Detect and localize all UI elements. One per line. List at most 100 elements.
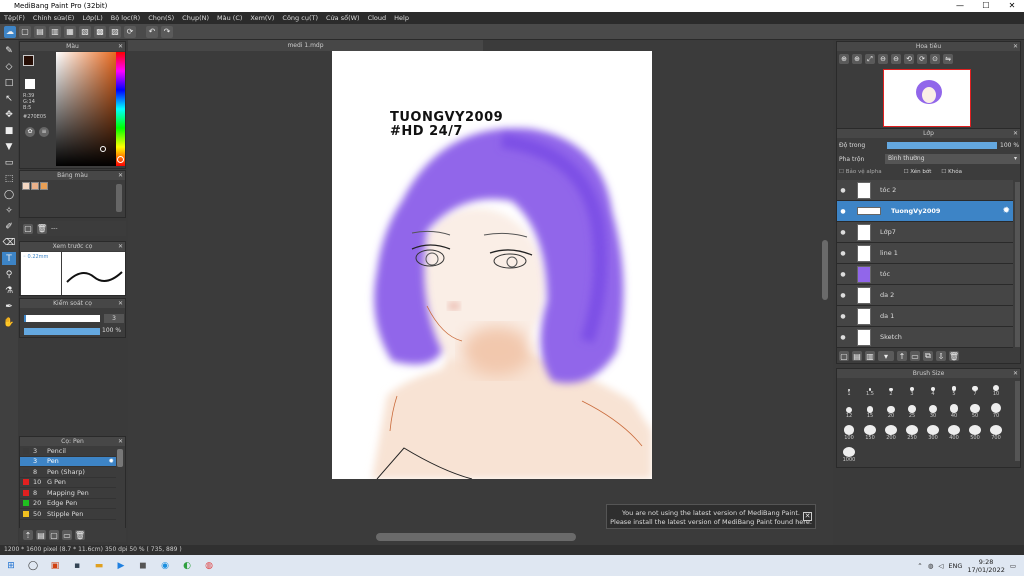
chevron-up-icon[interactable]: ⌃ (917, 562, 922, 570)
flip-icon[interactable]: ⇋ (943, 54, 953, 64)
select-eraser-icon[interactable]: ⌫ (2, 236, 16, 249)
actual-size-icon[interactable]: ⊖ (878, 54, 888, 64)
transparent-swatch[interactable] (25, 79, 35, 89)
camera-app-icon[interactable]: ◼ (134, 558, 152, 574)
new-8bit-layer-icon[interactable]: ▥ (865, 351, 875, 361)
menu-file[interactable]: Tệp(F) (0, 14, 29, 22)
hand-tool-icon[interactable]: ✋ (2, 316, 16, 329)
brush-size-option[interactable]: 70 (986, 403, 1006, 419)
folder-icon[interactable]: ▭ (62, 530, 72, 540)
eye-icon[interactable]: ● (837, 187, 849, 194)
layer-row[interactable]: ● Lớp7 (837, 222, 1013, 243)
brush-size-option[interactable]: 20 (881, 403, 901, 419)
brush-size-option[interactable]: 100 (839, 425, 859, 441)
clock[interactable]: 9:28 17/01/2022 (967, 558, 1004, 574)
select-pen-icon[interactable]: ✐ (2, 220, 16, 233)
brush-opacity-slider[interactable] (24, 328, 100, 335)
brush-item[interactable]: 10 G Pen (20, 478, 116, 488)
delete-brush-icon[interactable]: 🗑 (75, 530, 85, 540)
layer-settings-gear-icon[interactable]: ✹ (1002, 206, 1013, 216)
brush-size-option[interactable]: 400 (944, 425, 964, 441)
notifications-icon[interactable]: ▭ (1010, 562, 1016, 570)
layer-row[interactable]: ● tóc (837, 264, 1013, 285)
layer-up-icon[interactable]: ↑ (897, 351, 907, 361)
brush-size-option[interactable]: 50 (965, 403, 985, 419)
fit-icon[interactable]: ⤢ (865, 54, 875, 64)
zoom-icon[interactable]: ⊖ (891, 54, 901, 64)
menu-edit[interactable]: Chỉnh sửa(E) (29, 14, 78, 22)
vertical-scrollbar[interactable] (822, 240, 828, 300)
layer-menu-icon[interactable]: ▾ (878, 351, 894, 361)
menu-snap[interactable]: Chụp(N) (178, 14, 213, 22)
open-icon[interactable]: ▤ (34, 25, 46, 38)
reset-rotation-icon[interactable]: ⊙ (930, 54, 940, 64)
menu-color[interactable]: Màu (C) (213, 14, 246, 22)
fill-rect-icon[interactable]: ■ (2, 124, 16, 137)
menu-cloud[interactable]: Cloud (364, 14, 391, 22)
brush-size-option[interactable]: 15 (860, 403, 880, 419)
eyedropper-icon[interactable]: ⚗ (2, 284, 16, 297)
panel-close-icon[interactable]: ✕ (1013, 42, 1018, 51)
new-layer-icon[interactable]: ▢ (839, 351, 849, 361)
brush-size-option[interactable]: 10 (986, 381, 1006, 397)
zoom-in-icon[interactable]: ⊕ (839, 54, 849, 64)
file-explorer-icon[interactable]: ▬ (90, 558, 108, 574)
eye-icon[interactable]: ● (837, 334, 849, 341)
panel-close-icon[interactable]: ✕ (118, 42, 123, 51)
layer-row[interactable]: ● line 1 (837, 243, 1013, 264)
brush-size-option[interactable]: 40 (944, 403, 964, 419)
brush-size-option[interactable]: 250 (902, 425, 922, 441)
merge-layer-icon[interactable]: ⇩ (936, 351, 946, 361)
panel-close-icon[interactable]: ✕ (118, 171, 123, 180)
menu-window[interactable]: Cửa sổ(W) (322, 14, 364, 22)
horizontal-scrollbar[interactable] (376, 533, 576, 541)
eye-icon[interactable]: ● (837, 271, 849, 278)
delete-layer-icon[interactable]: 🗑 (949, 351, 959, 361)
redo-icon[interactable]: ↷ (161, 25, 173, 38)
panel-close-icon[interactable]: ✕ (1013, 129, 1018, 138)
brush-item[interactable]: 8 Mapping Pen (20, 488, 116, 499)
brush-item[interactable]: 3 Pen ✹ (20, 456, 116, 467)
gradient-tool-icon[interactable]: ▭ (2, 156, 16, 169)
brush-size-option[interactable]: 200 (881, 425, 901, 441)
duplicate-layer-icon[interactable]: ⧉ (923, 351, 933, 361)
drawing-canvas[interactable]: TUONGVY2009 #HD 24/7 (332, 51, 652, 479)
eye-icon[interactable]: ● (837, 292, 849, 299)
panel-close-icon[interactable]: ✕ (118, 242, 123, 251)
pen-tool-icon[interactable]: ✒ (2, 300, 16, 313)
eye-icon[interactable]: ● (837, 229, 849, 236)
office-icon[interactable]: ▣ (46, 558, 64, 574)
brush-settings-gear-icon[interactable]: ✹ (109, 457, 116, 465)
palette-swatch[interactable] (22, 182, 30, 190)
layer-row[interactable]: ● tóc 2 (837, 180, 1013, 201)
clipping-checkbox[interactable]: ☐ Xén bớt (904, 169, 932, 175)
document-tab[interactable]: medi 1.mdp (128, 40, 483, 51)
brush-list-scrollbar[interactable] (117, 449, 123, 467)
menu-filter[interactable]: Bộ lọc(R) (107, 14, 144, 22)
bucket-tool-icon[interactable]: ▼ (2, 140, 16, 153)
move-tool-icon[interactable]: ✥ (2, 108, 16, 121)
protect-alpha-checkbox[interactable]: ☐ Bảo vệ alpha (839, 169, 882, 175)
brush-size-slider[interactable] (24, 315, 100, 322)
rotate-icon[interactable]: ⟳ (124, 25, 136, 38)
grid-icon[interactable]: ▩ (94, 25, 106, 38)
palette-scrollbar[interactable] (116, 184, 122, 212)
save-app-icon[interactable]: ▪ (68, 558, 86, 574)
language-indicator[interactable]: ENG (948, 562, 962, 570)
new-file-icon[interactable]: ▢ (19, 25, 31, 38)
layer-row[interactable]: ● TuongVy2009 ✹ (837, 201, 1013, 222)
rotate-left-icon[interactable]: ⟲ (904, 54, 914, 64)
eraser-tool-icon[interactable]: ◇ (2, 60, 16, 73)
menu-view[interactable]: Xem(V) (246, 14, 278, 22)
new-halftone-layer-icon[interactable]: ▤ (852, 351, 862, 361)
lasso-tool-icon[interactable]: ◯ (2, 188, 16, 201)
hue-slider[interactable] (116, 52, 125, 166)
navigator-thumbnail[interactable] (883, 69, 971, 127)
color-sliders-icon[interactable]: ≡ (39, 127, 49, 137)
eye-icon[interactable]: ● (837, 250, 849, 257)
panel-close-icon[interactable]: ✕ (1013, 369, 1018, 378)
select-tool-icon[interactable]: ↖ (2, 92, 16, 105)
brush-tool-icon[interactable]: ✎ (2, 44, 16, 57)
menu-layer[interactable]: Lớp(L) (78, 14, 106, 22)
dot-tool-icon[interactable]: □ (2, 76, 16, 89)
